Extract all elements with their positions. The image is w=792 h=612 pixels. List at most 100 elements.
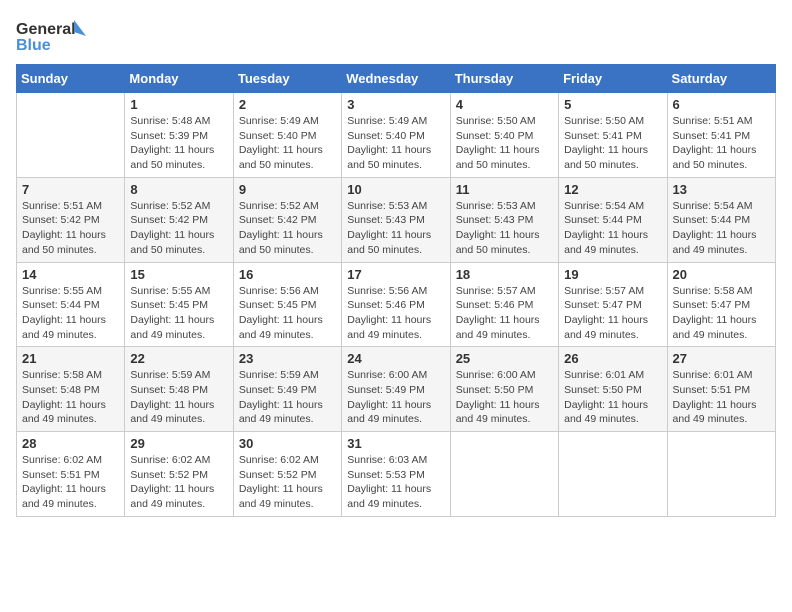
day-info: Sunrise: 6:00 AM Sunset: 5:50 PM Dayligh… xyxy=(456,368,553,427)
day-cell: 23 Sunrise: 5:59 AM Sunset: 5:49 PM Dayli… xyxy=(233,347,341,432)
day-cell: 4 Sunrise: 5:50 AM Sunset: 5:40 PM Daylig… xyxy=(450,93,558,178)
day-cell: 29 Sunrise: 6:02 AM Sunset: 5:52 PM Dayli… xyxy=(125,432,233,517)
day-info: Sunrise: 5:54 AM Sunset: 5:44 PM Dayligh… xyxy=(673,199,770,258)
day-header-sunday: Sunday xyxy=(17,65,125,93)
day-cell: 5Sunrise: 5:50 AM Sunset: 5:41 PM Daylig… xyxy=(559,93,667,178)
day-number: 10 xyxy=(347,182,444,197)
header: GeneralBlue xyxy=(16,16,776,56)
day-info: Sunrise: 5:48 AM Sunset: 5:39 PM Dayligh… xyxy=(130,114,227,173)
day-number: 18 xyxy=(456,267,553,282)
day-number: 13 xyxy=(673,182,770,197)
day-number: 24 xyxy=(347,351,444,366)
day-info: Sunrise: 6:00 AM Sunset: 5:49 PM Dayligh… xyxy=(347,368,444,427)
day-number: 26 xyxy=(564,351,661,366)
day-cell: 20Sunrise: 5:58 AM Sunset: 5:47 PM Dayli… xyxy=(667,262,775,347)
day-info: Sunrise: 5:56 AM Sunset: 5:45 PM Dayligh… xyxy=(239,284,336,343)
day-info: Sunrise: 5:50 AM Sunset: 5:41 PM Dayligh… xyxy=(564,114,661,173)
day-cell xyxy=(667,432,775,517)
day-number: 4 xyxy=(456,97,553,112)
day-cell: 17 Sunrise: 5:56 AM Sunset: 5:46 PM Dayli… xyxy=(342,262,450,347)
day-info: Sunrise: 5:54 AM Sunset: 5:44 PM Dayligh… xyxy=(564,199,661,258)
day-number: 28 xyxy=(22,436,119,451)
day-cell xyxy=(559,432,667,517)
day-cell: 19 Sunrise: 5:57 AM Sunset: 5:47 PM Dayli… xyxy=(559,262,667,347)
day-info: Sunrise: 5:59 AM Sunset: 5:48 PM Dayligh… xyxy=(130,368,227,427)
day-info: Sunrise: 5:49 AM Sunset: 5:40 PM Dayligh… xyxy=(347,114,444,173)
day-number: 23 xyxy=(239,351,336,366)
day-number: 21 xyxy=(22,351,119,366)
day-number: 15 xyxy=(130,267,227,282)
day-number: 3 xyxy=(347,97,444,112)
day-info: Sunrise: 5:51 AM Sunset: 5:42 PM Dayligh… xyxy=(22,199,119,258)
day-info: Sunrise: 5:58 AM Sunset: 5:48 PM Dayligh… xyxy=(22,368,119,427)
day-info: Sunrise: 6:01 AM Sunset: 5:51 PM Dayligh… xyxy=(673,368,770,427)
day-info: Sunrise: 5:57 AM Sunset: 5:46 PM Dayligh… xyxy=(456,284,553,343)
day-info: Sunrise: 5:57 AM Sunset: 5:47 PM Dayligh… xyxy=(564,284,661,343)
day-cell: 15 Sunrise: 5:55 AM Sunset: 5:45 PM Dayli… xyxy=(125,262,233,347)
day-header-wednesday: Wednesday xyxy=(342,65,450,93)
day-number: 7 xyxy=(22,182,119,197)
day-header-saturday: Saturday xyxy=(667,65,775,93)
day-cell: 21 Sunrise: 5:58 AM Sunset: 5:48 PM Dayli… xyxy=(17,347,125,432)
days-header-row: SundayMondayTuesdayWednesdayThursdayFrid… xyxy=(17,65,776,93)
day-info: Sunrise: 6:01 AM Sunset: 5:50 PM Dayligh… xyxy=(564,368,661,427)
day-header-friday: Friday xyxy=(559,65,667,93)
day-info: Sunrise: 6:02 AM Sunset: 5:51 PM Dayligh… xyxy=(22,453,119,512)
day-number: 29 xyxy=(130,436,227,451)
day-cell: 27Sunrise: 6:01 AM Sunset: 5:51 PM Dayli… xyxy=(667,347,775,432)
day-number: 19 xyxy=(564,267,661,282)
day-info: Sunrise: 5:52 AM Sunset: 5:42 PM Dayligh… xyxy=(239,199,336,258)
day-number: 8 xyxy=(130,182,227,197)
day-number: 9 xyxy=(239,182,336,197)
day-cell: 6 Sunrise: 5:51 AM Sunset: 5:41 PM Daylig… xyxy=(667,93,775,178)
day-number: 16 xyxy=(239,267,336,282)
day-cell: 12 Sunrise: 5:54 AM Sunset: 5:44 PM Dayli… xyxy=(559,177,667,262)
day-cell: 1 Sunrise: 5:48 AM Sunset: 5:39 PM Daylig… xyxy=(125,93,233,178)
calendar-body: 1 Sunrise: 5:48 AM Sunset: 5:39 PM Daylig… xyxy=(17,93,776,517)
day-cell: 14 Sunrise: 5:55 AM Sunset: 5:44 PM Dayli… xyxy=(17,262,125,347)
day-header-thursday: Thursday xyxy=(450,65,558,93)
day-info: Sunrise: 5:52 AM Sunset: 5:42 PM Dayligh… xyxy=(130,199,227,258)
day-cell: 10Sunrise: 5:53 AM Sunset: 5:43 PM Dayli… xyxy=(342,177,450,262)
day-info: Sunrise: 6:03 AM Sunset: 5:53 PM Dayligh… xyxy=(347,453,444,512)
week-row-2: 14 Sunrise: 5:55 AM Sunset: 5:44 PM Dayli… xyxy=(17,262,776,347)
day-number: 14 xyxy=(22,267,119,282)
day-info: Sunrise: 5:55 AM Sunset: 5:44 PM Dayligh… xyxy=(22,284,119,343)
day-cell: 28 Sunrise: 6:02 AM Sunset: 5:51 PM Dayli… xyxy=(17,432,125,517)
day-info: Sunrise: 5:59 AM Sunset: 5:49 PM Dayligh… xyxy=(239,368,336,427)
day-cell: 11Sunrise: 5:53 AM Sunset: 5:43 PM Dayli… xyxy=(450,177,558,262)
week-row-3: 21 Sunrise: 5:58 AM Sunset: 5:48 PM Dayli… xyxy=(17,347,776,432)
day-info: Sunrise: 5:56 AM Sunset: 5:46 PM Dayligh… xyxy=(347,284,444,343)
day-cell: 18 Sunrise: 5:57 AM Sunset: 5:46 PM Dayli… xyxy=(450,262,558,347)
week-row-0: 1 Sunrise: 5:48 AM Sunset: 5:39 PM Daylig… xyxy=(17,93,776,178)
logo: GeneralBlue xyxy=(16,16,96,56)
day-cell xyxy=(17,93,125,178)
day-number: 1 xyxy=(130,97,227,112)
day-info: Sunrise: 6:02 AM Sunset: 5:52 PM Dayligh… xyxy=(130,453,227,512)
day-info: Sunrise: 5:49 AM Sunset: 5:40 PM Dayligh… xyxy=(239,114,336,173)
svg-text:General: General xyxy=(16,21,76,38)
day-info: Sunrise: 5:53 AM Sunset: 5:43 PM Dayligh… xyxy=(456,199,553,258)
calendar-table: SundayMondayTuesdayWednesdayThursdayFrid… xyxy=(16,64,776,517)
day-cell: 24 Sunrise: 6:00 AM Sunset: 5:49 PM Dayli… xyxy=(342,347,450,432)
day-cell: 8 Sunrise: 5:52 AM Sunset: 5:42 PM Daylig… xyxy=(125,177,233,262)
week-row-1: 7 Sunrise: 5:51 AM Sunset: 5:42 PM Daylig… xyxy=(17,177,776,262)
day-info: Sunrise: 6:02 AM Sunset: 5:52 PM Dayligh… xyxy=(239,453,336,512)
logo-svg: GeneralBlue xyxy=(16,16,96,56)
day-cell: 13 Sunrise: 5:54 AM Sunset: 5:44 PM Dayli… xyxy=(667,177,775,262)
day-number: 22 xyxy=(130,351,227,366)
day-info: Sunrise: 5:55 AM Sunset: 5:45 PM Dayligh… xyxy=(130,284,227,343)
day-info: Sunrise: 5:51 AM Sunset: 5:41 PM Dayligh… xyxy=(673,114,770,173)
day-cell xyxy=(450,432,558,517)
day-number: 6 xyxy=(673,97,770,112)
day-number: 30 xyxy=(239,436,336,451)
day-number: 2 xyxy=(239,97,336,112)
day-info: Sunrise: 5:58 AM Sunset: 5:47 PM Dayligh… xyxy=(673,284,770,343)
day-cell: 7 Sunrise: 5:51 AM Sunset: 5:42 PM Daylig… xyxy=(17,177,125,262)
day-info: Sunrise: 5:50 AM Sunset: 5:40 PM Dayligh… xyxy=(456,114,553,173)
week-row-4: 28 Sunrise: 6:02 AM Sunset: 5:51 PM Dayli… xyxy=(17,432,776,517)
day-number: 17 xyxy=(347,267,444,282)
day-number: 12 xyxy=(564,182,661,197)
day-header-tuesday: Tuesday xyxy=(233,65,341,93)
day-cell: 22 Sunrise: 5:59 AM Sunset: 5:48 PM Dayli… xyxy=(125,347,233,432)
